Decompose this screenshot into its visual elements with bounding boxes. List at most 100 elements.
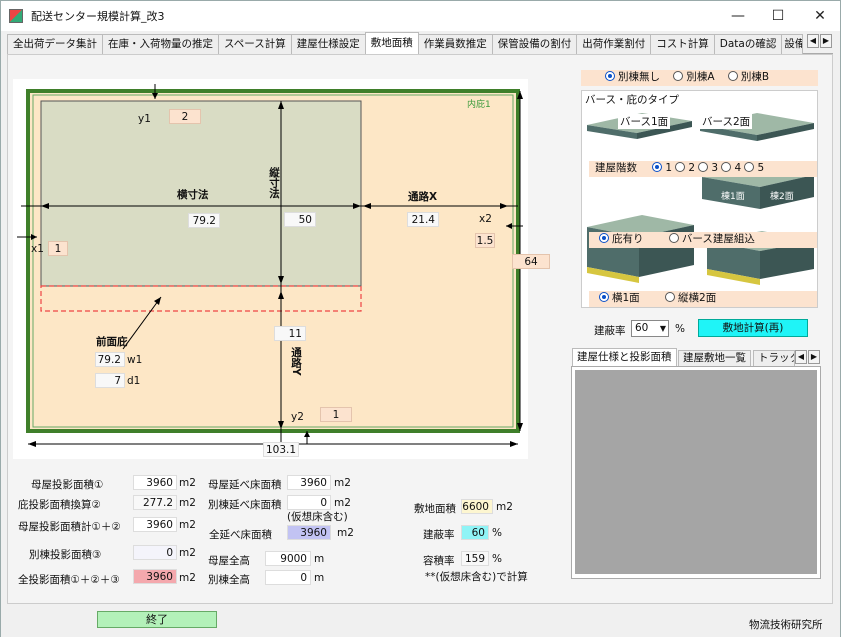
subtab-scroll-left-icon[interactable]: ◀ <box>795 350 807 364</box>
eaves-proj-label: 庇投影面積換算② <box>18 499 101 511</box>
subtab-spec-projection[interactable]: 建屋仕様と投影面積 <box>572 348 677 366</box>
eaves-proj-value[interactable]: 277.2 <box>133 495 177 510</box>
end-button[interactable]: 終了 <box>97 611 217 628</box>
grid-area <box>575 370 817 574</box>
site-area-label: 敷地面積 <box>414 503 456 515</box>
width-value[interactable]: 79.2 <box>188 213 220 228</box>
annex-proj-unit: m2 <box>179 547 196 559</box>
floors-label: 建屋階数 <box>595 162 637 174</box>
aisle-x-value[interactable]: 21.4 <box>407 212 439 227</box>
w1-value[interactable]: 79.2 <box>95 352 125 367</box>
tab-workers[interactable]: 作業員数推定 <box>417 34 493 54</box>
building-type-panel: バース・庇のタイプ バース1面 バース2面 棟1面 棟2面 <box>581 90 818 308</box>
site-diagram: 内庇1 y1 2 横寸法 79.2 縦寸法 50 通路X 21.4 x2 1.5… <box>13 79 550 459</box>
coverage-label: 建蔽率 <box>594 325 626 337</box>
tab-shipping-summary[interactable]: 全出荷データ集計 <box>7 34 103 54</box>
floor-4-radio[interactable]: 4 <box>721 162 741 174</box>
depth-value[interactable]: 50 <box>284 212 316 227</box>
block-b-label: 棟2面 <box>770 192 794 202</box>
layout-single-radio[interactable]: 横1面 <box>599 292 640 304</box>
main-total-value[interactable]: 3960 <box>133 517 177 532</box>
berth1-label: バース1面 <box>618 114 671 129</box>
y1-value[interactable]: 2 <box>169 109 201 124</box>
coverage-select[interactable]: 60 ▼ <box>631 320 669 337</box>
annex-floor-value[interactable]: 0 <box>287 495 331 510</box>
tab-storage-alloc[interactable]: 保管設備の割付 <box>491 34 578 54</box>
eaves-radio-group: 庇有り バース建屋組込 <box>589 232 817 248</box>
tab-site-area[interactable]: 敷地面積 <box>364 32 419 54</box>
tab-scroll-left-icon[interactable]: ◀ <box>807 34 819 48</box>
annex-floor-label: 別棟延べ床面積 <box>208 499 282 511</box>
all-floor-value[interactable]: 3960 <box>287 525 331 540</box>
annex-height-label: 別棟全高 <box>208 574 250 586</box>
tab-space-calc[interactable]: スペース計算 <box>218 34 292 54</box>
tab-inventory-estimate[interactable]: 在庫・入荷物量の推定 <box>102 34 219 54</box>
inner-eaves-label: 内庇1 <box>467 100 491 110</box>
site-area-unit: m2 <box>496 501 513 513</box>
tab-shipping-work[interactable]: 出荷作業割付 <box>576 34 652 54</box>
all-proj-value[interactable]: 3960 <box>133 569 177 584</box>
tab-cost[interactable]: コスト計算 <box>650 34 715 54</box>
main-total-label: 母屋投影面積計①＋② <box>18 521 121 533</box>
footer-bar: 終了 物流技術研究所 <box>1 605 840 637</box>
aisle-x-label: 通路X <box>408 191 438 203</box>
floor-3-radio[interactable]: 3 <box>698 162 718 174</box>
annex-proj-value[interactable]: 0 <box>133 545 177 560</box>
main-floor-label: 母屋延べ床面積 <box>208 479 282 491</box>
x1-value[interactable]: 1 <box>48 241 68 256</box>
site-area-value[interactable]: 6600 <box>461 499 493 514</box>
y2-value[interactable]: 1 <box>320 407 352 422</box>
annex-b-radio[interactable]: 別棟B <box>727 71 769 83</box>
main-proj-label: 母屋投影面積① <box>31 479 104 491</box>
site-diagram-svg <box>17 84 523 449</box>
main-floor-value[interactable]: 3960 <box>287 475 331 490</box>
eaves-yes-radio[interactable]: 庇有り <box>599 233 644 245</box>
y1-label: y1 <box>138 113 151 125</box>
org-label: 物流技術研究所 <box>749 619 823 631</box>
app-icon <box>9 9 23 23</box>
berth2-label: バース2面 <box>700 114 753 129</box>
subtab-truck[interactable]: トラック庫 <box>753 350 795 366</box>
annex-proj-label: 別棟投影面積③ <box>29 549 102 561</box>
main-floor-unit: m2 <box>334 477 351 489</box>
floor-2-radio[interactable]: 2 <box>675 162 695 174</box>
annex-a-radio[interactable]: 別棟A <box>673 71 715 83</box>
virtual-floor-note: (仮想床含む) <box>287 511 348 523</box>
maximize-button[interactable]: ☐ <box>755 1 801 31</box>
app-window: 配送センター規模計算_改3 — ☐ ✕ 全出荷データ集計 在庫・入荷物量の推定 … <box>0 0 841 637</box>
tab-data-check[interactable]: Dataの確認 <box>713 34 783 54</box>
close-button[interactable]: ✕ <box>797 1 841 31</box>
x2-value[interactable]: 1.5 <box>475 233 495 248</box>
coverage-ratio-unit: % <box>492 527 502 539</box>
d1-label: d1 <box>127 375 141 387</box>
x2-label: x2 <box>479 213 492 225</box>
floor-area-ratio-label: 容積率 <box>423 555 455 567</box>
berth-integrated-radio[interactable]: バース建屋組込 <box>668 233 755 245</box>
annex-floor-unit: m2 <box>334 497 351 509</box>
tab-building-spec[interactable]: 建屋仕様設定 <box>290 34 366 54</box>
all-floor-label: 全延べ床面積 <box>209 529 272 541</box>
window-title: 配送センター規模計算_改3 <box>31 10 165 23</box>
tab-equipment[interactable]: 設備台 <box>781 34 804 54</box>
total-width-value[interactable]: 103.1 <box>263 442 299 457</box>
subtab-site-list[interactable]: 建屋敷地一覧 <box>678 350 751 366</box>
total-height-value[interactable]: 64 <box>512 254 550 269</box>
floor-5-radio[interactable]: 5 <box>744 162 764 174</box>
main-proj-unit: m2 <box>179 477 196 489</box>
coverage-ratio-value[interactable]: 60 <box>461 525 489 540</box>
main-proj-value[interactable]: 3960 <box>133 475 177 490</box>
annex-none-radio[interactable]: 別棟無し <box>605 71 660 83</box>
tab-scroll-right-icon[interactable]: ▶ <box>820 34 832 48</box>
aisle-y-value[interactable]: 11 <box>274 326 306 341</box>
calc-note: **(仮想床含む)で計算 <box>425 571 528 583</box>
layout-double-radio[interactable]: 縦横2面 <box>665 292 716 304</box>
subtab-scroll-right-icon[interactable]: ▶ <box>808 350 820 364</box>
main-height-value[interactable]: 9000 <box>265 551 311 566</box>
d1-value[interactable]: 7 <box>95 373 125 388</box>
floor-area-ratio-value[interactable]: 159 <box>461 551 489 566</box>
recalc-site-button[interactable]: 敷地計算(再) <box>698 319 808 337</box>
chevron-down-icon: ▼ <box>659 324 666 333</box>
annex-height-value[interactable]: 0 <box>265 570 311 585</box>
main-height-label: 母屋全高 <box>208 555 250 567</box>
floor-1-radio[interactable]: 1 <box>652 162 672 174</box>
